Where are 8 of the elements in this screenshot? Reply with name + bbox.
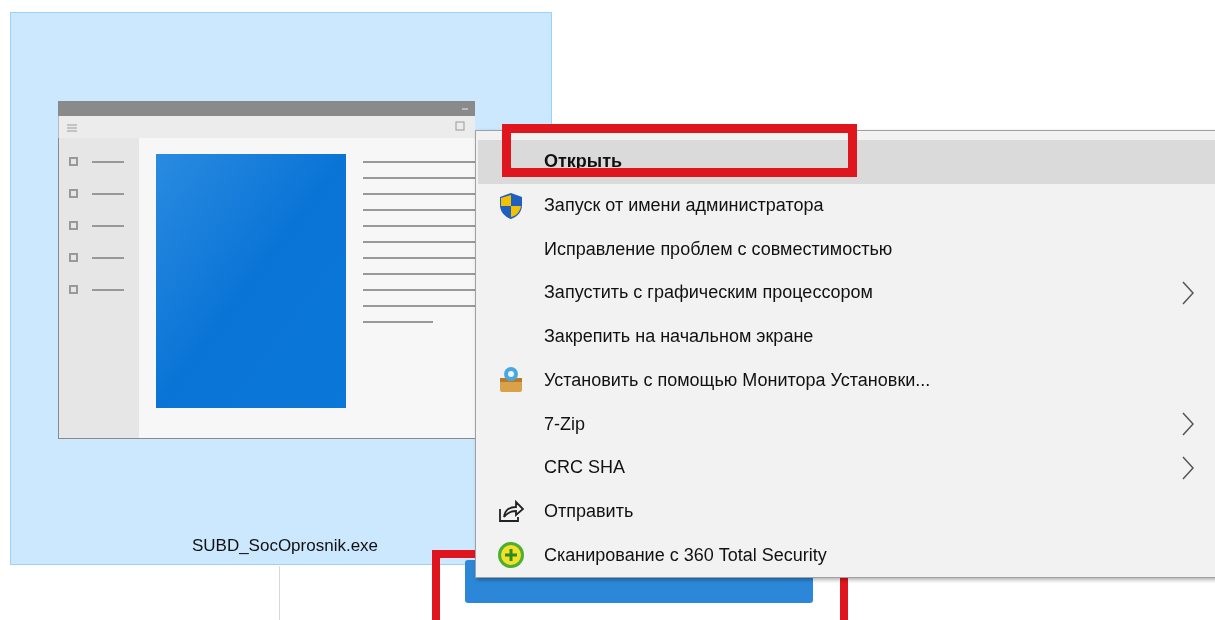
package-icon [497, 366, 525, 395]
chevron-right-icon [1182, 455, 1194, 480]
plus-circle-icon [497, 541, 525, 570]
chevron-right-icon [1182, 280, 1194, 305]
file-name: SUBD_SocOprosnik.exe [190, 534, 379, 557]
chevron-right-icon [1182, 412, 1194, 437]
share-icon [498, 499, 524, 524]
shield-icon [498, 191, 524, 220]
